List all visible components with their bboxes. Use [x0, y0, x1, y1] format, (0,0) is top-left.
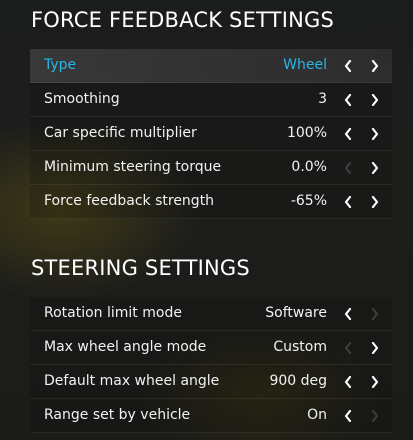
settings-panel: FORCE FEEDBACK SETTINGS Type Wheel Smoot…	[0, 0, 413, 440]
chevron-left-icon[interactable]	[340, 305, 356, 323]
setting-row-minimum-steering-torque[interactable]: Minimum steering torque 0.0%	[30, 151, 392, 185]
setting-row-range-set-by-vehicle[interactable]: Range set by vehicle On	[30, 399, 392, 433]
setting-row-force-feedback-strength[interactable]: Force feedback strength -65%	[30, 185, 392, 219]
chevron-right-icon[interactable]	[367, 159, 383, 177]
chevron-left-icon[interactable]	[340, 125, 356, 143]
setting-value: 900 deg	[269, 373, 327, 389]
setting-row-type[interactable]: Type Wheel	[30, 49, 392, 83]
chevron-right-icon[interactable]	[367, 339, 383, 357]
chevron-left-icon[interactable]	[340, 193, 356, 211]
setting-value: 0.0%	[291, 159, 327, 175]
chevron-right-icon[interactable]	[367, 193, 383, 211]
chevron-left-icon	[340, 159, 356, 177]
chevron-right-icon[interactable]	[367, 125, 383, 143]
chevron-right-icon	[367, 407, 383, 425]
setting-value: Wheel	[283, 57, 327, 73]
chevron-left-icon[interactable]	[340, 373, 356, 391]
setting-value: Custom	[273, 339, 327, 355]
setting-row-smoothing[interactable]: Smoothing 3	[30, 83, 392, 117]
force-feedback-section-title: FORCE FEEDBACK SETTINGS	[31, 8, 335, 32]
setting-label: Range set by vehicle	[44, 407, 191, 423]
setting-label: Default max wheel angle	[44, 373, 220, 389]
setting-label: Smoothing	[44, 91, 120, 107]
setting-row-car-specific-multiplier[interactable]: Car specific multiplier 100%	[30, 117, 392, 151]
setting-label: Type	[44, 57, 77, 73]
chevron-left-icon[interactable]	[340, 91, 356, 109]
chevron-right-icon[interactable]	[367, 57, 383, 75]
setting-label: Rotation limit mode	[44, 305, 182, 321]
chevron-right-icon	[367, 305, 383, 323]
setting-value: On	[307, 407, 327, 423]
force-feedback-settings-list: Type Wheel Smoothing 3 Car specific mult…	[30, 49, 392, 219]
steering-section-title: STEERING SETTINGS	[31, 256, 250, 280]
setting-label: Force feedback strength	[44, 193, 215, 209]
chevron-right-icon[interactable]	[367, 373, 383, 391]
setting-label: Car specific multiplier	[44, 125, 197, 141]
setting-value: 3	[318, 91, 327, 107]
setting-label: Max wheel angle mode	[44, 339, 207, 355]
chevron-left-icon[interactable]	[340, 57, 356, 75]
chevron-left-icon[interactable]	[340, 407, 356, 425]
chevron-right-icon[interactable]	[367, 91, 383, 109]
setting-row-default-max-wheel-angle[interactable]: Default max wheel angle 900 deg	[30, 365, 392, 399]
chevron-left-icon	[340, 339, 356, 357]
setting-value: Software	[265, 305, 327, 321]
setting-value: -65%	[290, 193, 327, 209]
setting-row-max-wheel-angle-mode[interactable]: Max wheel angle mode Custom	[30, 331, 392, 365]
setting-value: 100%	[286, 125, 327, 141]
setting-row-rotation-limit-mode[interactable]: Rotation limit mode Software	[30, 297, 392, 331]
setting-label: Minimum steering torque	[44, 159, 222, 175]
steering-settings-list: Rotation limit mode Software Max wheel a…	[30, 297, 392, 433]
